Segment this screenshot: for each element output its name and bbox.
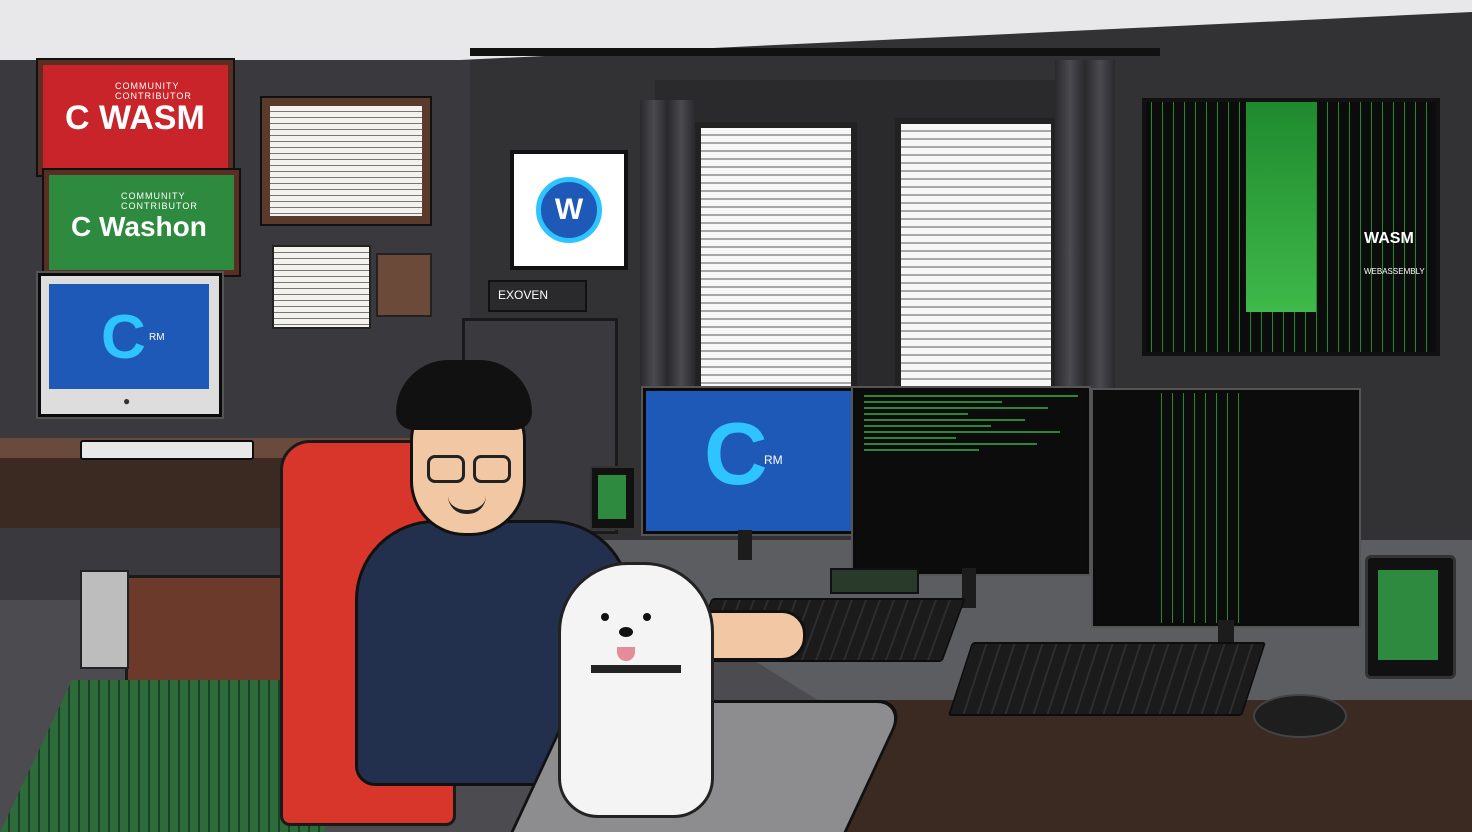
imac-keyboard bbox=[80, 440, 254, 460]
w-logo-frame: W bbox=[510, 150, 628, 270]
code-line bbox=[864, 443, 1037, 445]
monitor-right bbox=[1093, 390, 1359, 626]
matrix-rain-panel bbox=[1156, 393, 1246, 623]
main-desk-front bbox=[820, 700, 1472, 832]
imac-screen: C RM bbox=[49, 284, 209, 389]
white-dog bbox=[558, 562, 714, 818]
imac: C RM ● bbox=[38, 273, 222, 417]
code-line bbox=[864, 407, 1048, 409]
code-line bbox=[864, 401, 1002, 403]
poster-green-waterfall bbox=[1246, 102, 1316, 312]
red-sign-small-text: COMMUNITY CONTRIBUTOR bbox=[115, 81, 192, 101]
w-logo-icon: W bbox=[536, 177, 602, 243]
dog-collar bbox=[591, 665, 681, 673]
curtain-left bbox=[640, 100, 695, 400]
mouse-icon bbox=[1253, 694, 1347, 738]
apple-logo-icon: ● bbox=[123, 394, 131, 408]
tablet-screen bbox=[1378, 570, 1438, 660]
code-line bbox=[864, 413, 968, 415]
waste-bin bbox=[80, 570, 129, 669]
second-keyboard bbox=[947, 642, 1267, 716]
monitor-left-logo: C bbox=[704, 404, 768, 503]
imac-logo-sub: RM bbox=[149, 332, 165, 343]
poster-title: WASM bbox=[1364, 230, 1414, 247]
dog-eye-right bbox=[643, 613, 651, 621]
router-label: EXOVEN bbox=[498, 288, 549, 302]
green-sign-small-text: COMMUNITY CONTRIBUTOR bbox=[121, 191, 198, 211]
code-line bbox=[864, 437, 956, 439]
code-line bbox=[864, 431, 1060, 433]
dog-tongue bbox=[617, 647, 635, 661]
code-line bbox=[864, 425, 991, 427]
circuit-board bbox=[830, 568, 919, 594]
w-logo-letter: W bbox=[554, 193, 584, 226]
curtain-rod bbox=[470, 48, 1160, 56]
router: EXOVEN bbox=[488, 280, 587, 312]
poster-subtitle: WEBASSEMBLY bbox=[1364, 267, 1425, 276]
smile bbox=[448, 496, 486, 514]
framed-certificate bbox=[262, 98, 430, 224]
red-sign: COMMUNITY CONTRIBUTOR C WASM bbox=[38, 60, 233, 175]
monitor-left: C RM bbox=[643, 388, 854, 534]
small-wall-frame bbox=[376, 253, 432, 317]
small-tablet bbox=[590, 466, 636, 530]
glasses-left-lens bbox=[427, 455, 465, 483]
code-line bbox=[864, 449, 979, 451]
pinned-paper bbox=[272, 245, 371, 329]
tablet-stand bbox=[1365, 555, 1456, 679]
window-blind-right bbox=[895, 118, 1057, 395]
green-sign: COMMUNITY CONTRIBUTOR C Washon bbox=[44, 170, 239, 275]
glasses-right-lens bbox=[473, 455, 511, 483]
side-desk-drawers bbox=[0, 458, 310, 528]
dog-nose bbox=[619, 627, 633, 637]
small-tablet-screen bbox=[598, 475, 626, 519]
monitor-center bbox=[853, 388, 1089, 574]
person-hair bbox=[396, 360, 532, 430]
imac-logo: C bbox=[101, 303, 146, 372]
monitor-left-stand bbox=[738, 530, 752, 560]
monitor-left-logo-sub: RM bbox=[764, 453, 783, 467]
dog-eye-left bbox=[601, 613, 609, 621]
code-line bbox=[864, 419, 1025, 421]
curtain-right bbox=[1055, 60, 1115, 390]
matrix-poster: WASM WEBASSEMBLY bbox=[1142, 98, 1440, 356]
window-blind-left bbox=[695, 122, 857, 394]
home-office-scene: COMMUNITY CONTRIBUTOR C WASM COMMUNITY C… bbox=[0, 0, 1472, 832]
red-sign-title: C WASM bbox=[65, 99, 205, 137]
code-line bbox=[864, 395, 1078, 397]
green-sign-title: C Washon bbox=[71, 211, 207, 242]
